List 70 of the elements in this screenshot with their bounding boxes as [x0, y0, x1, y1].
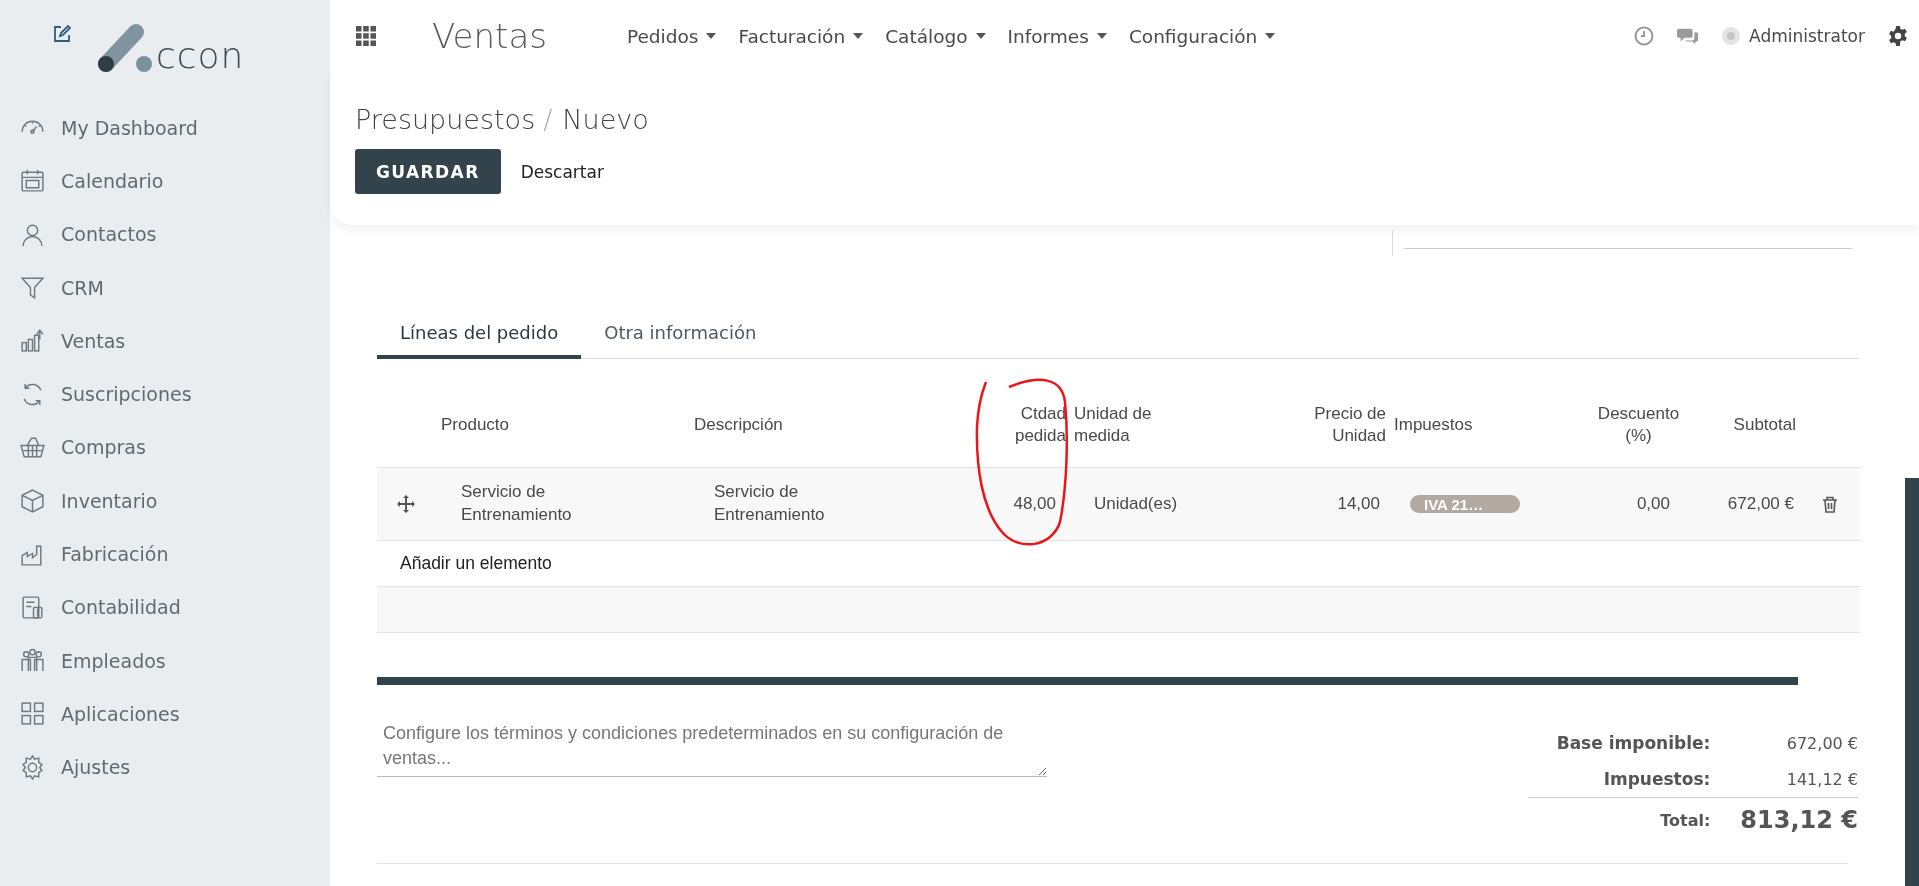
total-amount: 813,12 € [1710, 797, 1858, 843]
unit-cell[interactable]: Unidad(es) [1094, 492, 1178, 516]
logo-text: ccon [156, 38, 245, 74]
sidebar-item[interactable]: My Dashboard [0, 101, 330, 155]
calendar-icon [19, 167, 46, 195]
sidebar-item[interactable]: Ventas [0, 314, 330, 368]
totals-amount: 672,00 € [1785, 733, 1858, 753]
quantity-cell[interactable]: 48,00 [1013, 492, 1056, 516]
funnel-icon [19, 274, 46, 302]
avatar-icon [1721, 26, 1742, 46]
discount-cell[interactable]: 0,00 [1636, 492, 1670, 516]
sidebar-item[interactable]: Fabricación [0, 527, 330, 581]
settings-icon[interactable] [1887, 25, 1909, 47]
caret-icon [853, 33, 864, 39]
breadcrumb-link[interactable]: Presupuestos [355, 104, 536, 135]
logo-mark-icon [96, 24, 154, 72]
sidebar-item[interactable]: Calendario [0, 154, 330, 208]
grid-icon [19, 700, 46, 728]
tab[interactable]: Líneas del pedido [377, 310, 582, 359]
column-header: Precio de Unidad [1313, 402, 1386, 447]
sidebar-item[interactable]: Empleados [0, 633, 330, 688]
caret-icon [975, 33, 986, 39]
invoice-icon [19, 593, 46, 621]
user-menu[interactable]: Administrator [1721, 26, 1865, 46]
sidebar-item[interactable]: Ajustes [0, 740, 330, 794]
scrollbar[interactable] [1905, 478, 1919, 886]
menu-dropdown[interactable]: Facturación [738, 25, 864, 47]
sidebar-item[interactable]: Suscripciones [0, 367, 330, 421]
add-line-link[interactable]: Añadir un elemento [400, 553, 552, 574]
breadcrumb-separator: / [543, 104, 553, 135]
price-cell[interactable]: 14,00 [1337, 492, 1380, 516]
trash-icon[interactable] [1822, 495, 1838, 513]
column-header: Descuento (%) [1596, 402, 1681, 447]
column-header: Ctdad pedida [1013, 402, 1066, 447]
menu-dropdown[interactable]: Configuración [1128, 25, 1276, 47]
apps-grid-icon[interactable] [355, 25, 377, 47]
caret-icon [1096, 33, 1107, 39]
settings-icon [19, 753, 46, 781]
save-button[interactable]: GUARDAR [355, 149, 501, 194]
edit-icon[interactable] [52, 24, 72, 44]
totals-amount: 141,12 € [1785, 769, 1858, 789]
tab[interactable]: Otra información [581, 310, 780, 359]
discard-button[interactable]: Descartar [520, 161, 604, 182]
breadcrumb-current: Nuevo [562, 104, 649, 135]
column-header: Impuestos [1394, 413, 1473, 436]
sidebar-item[interactable]: Compras [0, 420, 330, 475]
column-header: Subtotal [1733, 413, 1796, 436]
app-title: Ventas [432, 16, 547, 56]
bar-chart-icon [19, 327, 46, 355]
sidebar-item[interactable]: Contactos [0, 207, 330, 261]
total-label: Total: [1528, 797, 1711, 843]
totals-label: Base imponible: [1555, 732, 1711, 755]
sidebar-item[interactable]: Aplicaciones [0, 687, 330, 741]
box-icon [19, 487, 46, 515]
tax-tag: IVA 21… [1410, 495, 1520, 513]
menu-dropdown[interactable]: Pedidos [626, 25, 717, 47]
clock-icon[interactable] [1633, 25, 1656, 47]
totals-label: Impuestos: [1602, 768, 1711, 791]
sidebar-item[interactable]: CRM [0, 260, 330, 315]
column-header: Producto [441, 413, 510, 436]
sidebar-item[interactable]: Contabilidad [0, 580, 330, 634]
caret-icon [706, 33, 717, 39]
column-header: Unidad de medida [1074, 402, 1153, 447]
caret-icon [1265, 33, 1276, 39]
subtotal-cell-text: 672,00 € [1727, 492, 1794, 515]
column-header: Descripción [694, 413, 783, 436]
menu-dropdown[interactable]: Catálogo [885, 25, 986, 47]
sidebar-item[interactable]: Inventario [0, 474, 330, 528]
drag-handle-icon[interactable] [397, 495, 415, 513]
menu-dropdown[interactable]: Informes [1007, 25, 1107, 47]
